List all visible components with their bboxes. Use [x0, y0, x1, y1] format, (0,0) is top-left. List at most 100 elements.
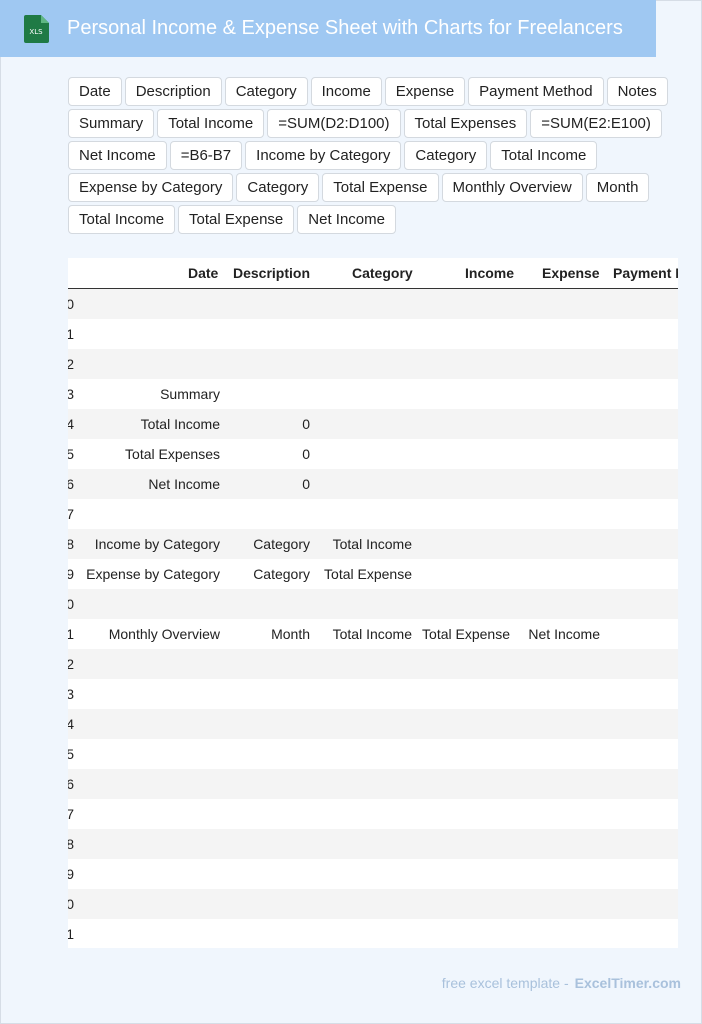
cell-category: Total Expense — [324, 566, 412, 582]
table-row: 0 — [68, 589, 678, 619]
row-number: 0 — [68, 596, 74, 612]
row-number: 8 — [68, 536, 74, 552]
field-chip[interactable]: Total Income — [490, 141, 598, 170]
field-chip[interactable]: Category — [224, 77, 308, 106]
field-chip[interactable]: Total Expense — [178, 205, 295, 234]
row-number: 4 — [68, 716, 74, 732]
cell-date: Total Income — [140, 416, 220, 432]
field-chip[interactable]: =B6-B7 — [169, 141, 243, 170]
table-row: 4 — [68, 709, 678, 739]
table-row: 1 Monthly Overview Month Total Income Total … — [68, 619, 678, 649]
table-row: 6 — [68, 769, 678, 799]
page-title: Personal Income & Expense Sheet with Cha… — [67, 17, 623, 39]
table-row: 0 — [68, 289, 678, 319]
table-row: 6 Net Income 0 — [68, 469, 678, 499]
cell-description: 0 — [302, 476, 310, 492]
xls-file-icon: XLS — [24, 15, 49, 43]
field-chip[interactable]: Income by Category — [245, 141, 402, 170]
table-header-row: Date Description Category Income Expense… — [68, 258, 678, 289]
field-chip[interactable]: Total Income — [157, 109, 265, 138]
field-chip[interactable]: Total Expenses — [403, 109, 528, 138]
field-chip[interactable]: =SUM(D2:D100) — [267, 109, 401, 138]
cell-category: Total Income — [332, 626, 412, 642]
cell-description: Category — [253, 536, 310, 552]
cell-description: Month — [271, 626, 310, 642]
row-number: 5 — [68, 446, 74, 462]
cell-date: Expense by Category — [86, 566, 220, 582]
field-chip[interactable]: Net Income — [297, 205, 396, 234]
table-row: 8 — [68, 829, 678, 859]
field-chip[interactable]: Expense — [384, 77, 466, 106]
field-chip[interactable]: Category — [404, 141, 488, 170]
field-chip[interactable]: =SUM(E2:E100) — [530, 109, 662, 138]
row-number: 3 — [68, 686, 74, 702]
field-chip[interactable]: Date — [68, 77, 122, 106]
table-row: 2 — [68, 649, 678, 679]
table-row: 7 — [68, 499, 678, 529]
xls-icon-label: XLS — [29, 28, 43, 36]
field-chip[interactable]: Total Expense — [322, 173, 439, 202]
footer-brand-link[interactable]: ExcelTimer.com — [575, 975, 681, 991]
row-number: 9 — [68, 566, 74, 582]
row-number: 0 — [68, 296, 74, 312]
cell-date: Total Expenses — [125, 446, 220, 462]
column-header-date: Date — [188, 265, 219, 281]
table-row: 8 Income by Category Category Total Income — [68, 529, 678, 559]
cell-category: Total Income — [332, 536, 412, 552]
field-chip[interactable]: Description — [124, 77, 222, 106]
cell-date: Net Income — [148, 476, 220, 492]
row-number: 0 — [68, 896, 74, 912]
spreadsheet-preview: Date Description Category Income Expense… — [68, 258, 678, 948]
cell-description: 0 — [302, 446, 310, 462]
table-row: 9 Expense by Category Category Total Expens… — [68, 559, 678, 589]
column-header-income: Income — [465, 265, 515, 281]
table-row: 1 — [68, 919, 678, 948]
table-row: 0 — [68, 889, 678, 919]
row-number: 5 — [68, 746, 74, 762]
field-chip[interactable]: Notes — [606, 77, 668, 106]
table-row: 3 Summary — [68, 379, 678, 409]
column-header-payment-method: Payment M — [613, 265, 678, 281]
cell-income: Total Expense — [422, 626, 510, 642]
row-number: 1 — [68, 326, 74, 342]
cell-description: 0 — [302, 416, 310, 432]
table-row: 1 — [68, 319, 678, 349]
cell-description: Category — [253, 566, 310, 582]
table-row: 5 Total Expenses 0 — [68, 439, 678, 469]
field-chip[interactable]: Income — [310, 77, 382, 106]
row-number: 6 — [68, 476, 74, 492]
field-chip[interactable]: Category — [236, 173, 320, 202]
field-chip[interactable]: Payment Method — [468, 77, 604, 106]
field-chip[interactable]: Month — [585, 173, 650, 202]
row-number: 6 — [68, 776, 74, 792]
field-chip[interactable]: Expense by Category — [68, 173, 234, 202]
row-number: 2 — [68, 656, 74, 672]
row-number: 3 — [68, 386, 74, 402]
column-header-description: Description — [233, 265, 311, 281]
field-chip[interactable]: Net Income — [68, 141, 167, 170]
table-body: 0 1 2 3 Summary 4 Total Income 0 5 Total Expenses… — [68, 289, 678, 948]
cell-date: Summary — [160, 386, 220, 402]
field-chip[interactable]: Summary — [68, 109, 155, 138]
table-row: 3 — [68, 679, 678, 709]
cell-date: Monthly Overview — [108, 626, 220, 642]
column-header-category: Category — [352, 265, 413, 281]
table-row: 4 Total Income 0 — [68, 409, 678, 439]
row-number: 7 — [68, 506, 74, 522]
header-bar: XLS Personal Income & Expense Sheet with… — [0, 0, 656, 57]
table-row: 9 — [68, 859, 678, 889]
row-number: 7 — [68, 806, 74, 822]
row-number: 1 — [68, 926, 74, 942]
row-number: 1 — [68, 626, 74, 642]
column-header-expense: Expense — [542, 265, 600, 281]
cell-date: Income by Category — [94, 536, 220, 552]
row-number: 2 — [68, 356, 74, 372]
field-chip-list: Date Description Category Income Expense Paym… — [68, 77, 668, 234]
footer-text: free excel template - — [441, 975, 569, 991]
table-row: 7 — [68, 799, 678, 829]
field-chip[interactable]: Total Income — [68, 205, 176, 234]
field-chip[interactable]: Monthly Overview — [441, 173, 583, 202]
cell-expense: Net Income — [528, 626, 600, 642]
row-number: 8 — [68, 836, 74, 852]
footer-credit: free excel template - ExcelTimer.com — [442, 974, 681, 992]
